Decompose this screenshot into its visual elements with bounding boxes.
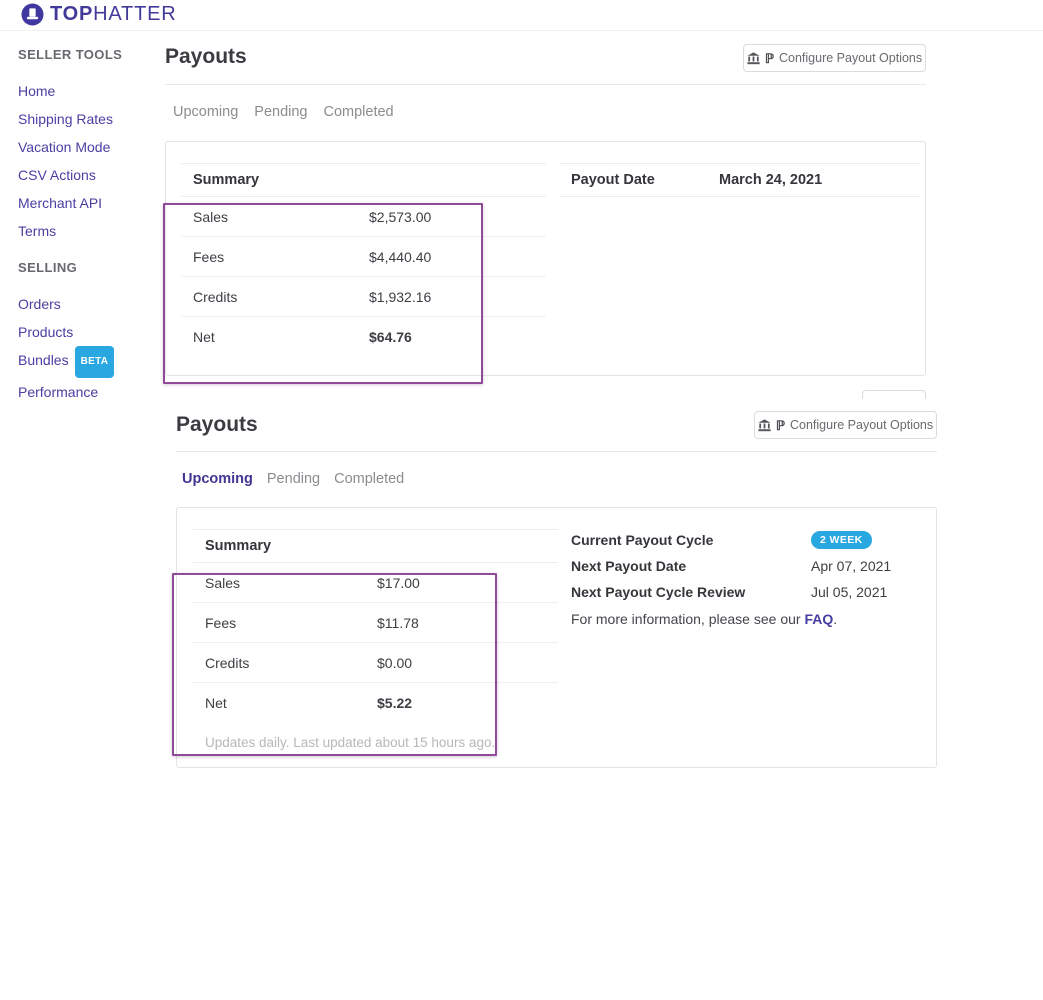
payout-date-row: Payout DateMarch 24, 2021 bbox=[559, 163, 920, 197]
top-hat-icon bbox=[21, 3, 44, 26]
payouts-tabs-2: Upcoming Pending Completed bbox=[182, 471, 404, 487]
payout-summary-panel: Summary Sales$2,573.00 Fees$4,440.40 Cre… bbox=[165, 141, 926, 376]
summary-row-fees: Fees$4,440.40 bbox=[181, 237, 546, 277]
payouts-tabs: Upcoming Pending Completed bbox=[173, 104, 394, 120]
sidebar-item-orders[interactable]: Orders bbox=[18, 290, 163, 318]
configure-payout-options-button[interactable]: ℙ Configure Payout Options bbox=[743, 44, 926, 72]
faq-link[interactable]: FAQ bbox=[804, 611, 833, 627]
sidebar-item-home[interactable]: Home bbox=[18, 77, 163, 105]
summary-row-credits-2: Credits$0.00 bbox=[193, 643, 558, 683]
tab-completed[interactable]: Completed bbox=[324, 104, 394, 120]
configure-payout-options-label-2: Configure Payout Options bbox=[790, 418, 933, 432]
next-payout-cycle-review-row: Next Payout Cycle Review Jul 05, 2021 bbox=[571, 579, 931, 605]
summary-row-sales: Sales$2,573.00 bbox=[181, 197, 546, 237]
sidebar-section-seller-tools: SELLER TOOLS bbox=[18, 47, 163, 77]
tab-completed-2[interactable]: Completed bbox=[334, 471, 404, 487]
bank-icon bbox=[758, 419, 771, 432]
summary-table-2: Summary Sales$17.00 Fees$11.78 Credits$0… bbox=[193, 529, 558, 750]
current-payout-cycle-row: Current Payout Cycle 2 WEEK bbox=[571, 527, 931, 553]
sidebar-item-vacation-mode[interactable]: Vacation Mode bbox=[18, 133, 163, 161]
summary-table: Summary Sales$2,573.00 Fees$4,440.40 Cre… bbox=[181, 163, 546, 357]
summary-heading-2: Summary bbox=[193, 529, 558, 563]
bank-icon bbox=[747, 52, 760, 65]
next-payout-date-row: Next Payout Date Apr 07, 2021 bbox=[571, 553, 931, 579]
title-divider-2 bbox=[176, 451, 937, 452]
sidebar: SELLER TOOLS Home Shipping Rates Vacatio… bbox=[18, 47, 163, 406]
sidebar-item-bundles[interactable]: BundlesBETA bbox=[18, 346, 163, 378]
logo-text: TOPHATTER bbox=[50, 3, 176, 26]
page-title-2: Payouts bbox=[176, 413, 258, 437]
faq-info-line: For more information, please see our FAQ… bbox=[571, 611, 931, 627]
summary-row-sales-2: Sales$17.00 bbox=[193, 563, 558, 603]
payout-cycle-badge: 2 WEEK bbox=[811, 531, 872, 549]
summary-row-credits: Credits$1,932.16 bbox=[181, 277, 546, 317]
sidebar-item-shipping-rates[interactable]: Shipping Rates bbox=[18, 105, 163, 133]
next-payout-date-value: Apr 07, 2021 bbox=[811, 558, 891, 574]
tab-pending[interactable]: Pending bbox=[254, 104, 307, 120]
paypal-icon: ℙ bbox=[765, 52, 774, 65]
summary-row-net-2: Net$5.22 bbox=[193, 683, 558, 723]
tab-upcoming[interactable]: Upcoming bbox=[173, 104, 238, 120]
sidebar-item-merchant-api[interactable]: Merchant API bbox=[18, 189, 163, 217]
beta-badge: BETA bbox=[75, 346, 115, 378]
payout-summary-panel-2: Summary Sales$17.00 Fees$11.78 Credits$0… bbox=[176, 507, 937, 768]
tab-pending-2[interactable]: Pending bbox=[267, 471, 320, 487]
payout-date-value: March 24, 2021 bbox=[719, 172, 822, 188]
summary-row-net: Net$64.76 bbox=[181, 317, 546, 357]
sidebar-item-products[interactable]: Products bbox=[18, 318, 163, 346]
summary-heading: Summary bbox=[181, 163, 546, 197]
cropped-button-fragment bbox=[862, 390, 926, 399]
paypal-icon: ℙ bbox=[776, 419, 785, 432]
page-title: Payouts bbox=[165, 45, 247, 69]
sidebar-item-performance[interactable]: Performance bbox=[18, 378, 163, 406]
sidebar-section-selling: SELLING bbox=[18, 260, 163, 290]
configure-payout-options-button-2[interactable]: ℙ Configure Payout Options bbox=[754, 411, 937, 439]
sidebar-item-csv-actions[interactable]: CSV Actions bbox=[18, 161, 163, 189]
payout-date-table: Payout DateMarch 24, 2021 bbox=[559, 163, 920, 197]
tophatter-logo[interactable]: TOPHATTER bbox=[21, 3, 176, 26]
title-divider bbox=[165, 84, 926, 85]
sidebar-item-terms[interactable]: Terms bbox=[18, 217, 163, 245]
summary-footnote: Updates daily. Last updated about 15 hou… bbox=[193, 723, 558, 750]
app-header: TOPHATTER bbox=[0, 0, 1043, 31]
configure-payout-options-label: Configure Payout Options bbox=[779, 51, 922, 65]
tab-upcoming-active[interactable]: Upcoming bbox=[182, 471, 253, 487]
summary-row-fees-2: Fees$11.78 bbox=[193, 603, 558, 643]
next-payout-cycle-review-value: Jul 05, 2021 bbox=[811, 584, 887, 600]
payout-details: Current Payout Cycle 2 WEEK Next Payout … bbox=[571, 527, 931, 627]
